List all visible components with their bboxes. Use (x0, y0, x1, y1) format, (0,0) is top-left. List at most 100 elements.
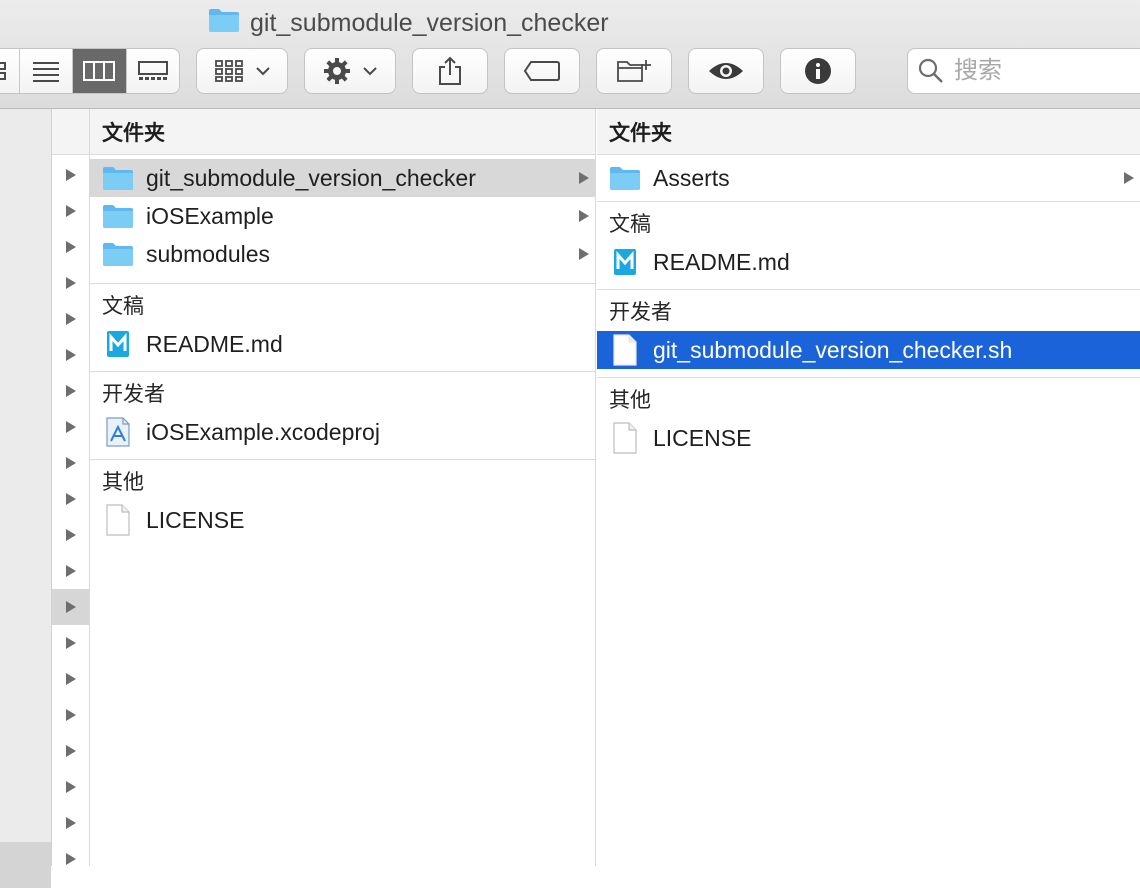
parent-row[interactable] (52, 301, 89, 337)
group-by-button[interactable] (196, 48, 288, 94)
list-item[interactable]: Asserts (597, 159, 1140, 197)
list-item[interactable]: LICENSE (90, 501, 595, 539)
shell-script-icon (609, 334, 641, 366)
list-item-label: iOSExample (146, 202, 274, 229)
list-item[interactable]: README.md (90, 325, 595, 363)
column-view-button[interactable] (72, 49, 126, 93)
markdown-icon (609, 248, 641, 276)
parent-row[interactable] (52, 445, 89, 481)
disclosure-arrow-icon (579, 172, 589, 184)
disclosure-arrow-icon (65, 637, 76, 649)
disclosure-arrow-icon (1124, 172, 1134, 184)
blank-document-icon (102, 504, 134, 536)
window-title: git_submodule_version_checker (208, 6, 609, 40)
parent-column-header (52, 109, 89, 155)
list-item-label: LICENSE (146, 506, 245, 533)
sidebar (0, 109, 52, 888)
parent-row[interactable] (52, 337, 89, 373)
list-item[interactable]: git_submodule_version_checker (90, 159, 595, 197)
parent-row[interactable] (52, 517, 89, 553)
disclosure-arrow-icon (65, 241, 76, 253)
disclosure-arrow-icon (65, 853, 76, 865)
view-mode-switcher[interactable] (0, 48, 180, 94)
search-input[interactable] (952, 56, 1136, 86)
parent-row[interactable] (52, 661, 89, 697)
group-grid-icon (215, 60, 243, 82)
gear-icon (324, 58, 350, 84)
get-info-button[interactable] (780, 48, 856, 94)
window-toolbar: git_submodule_version_checker (0, 0, 1140, 109)
list-item[interactable]: iOSExample (90, 197, 595, 235)
parent-row[interactable] (52, 769, 89, 805)
list-item-label: README.md (146, 330, 283, 357)
gallery-view-button[interactable] (125, 49, 179, 93)
parent-row[interactable] (52, 157, 89, 193)
parent-row[interactable] (52, 553, 89, 589)
disclosure-arrow-icon (579, 210, 589, 222)
sidebar-selected-item[interactable] (0, 842, 51, 888)
parent-row[interactable] (52, 229, 89, 265)
share-button[interactable] (412, 48, 488, 94)
list-item-label: LICENSE (653, 424, 752, 451)
parent-row[interactable] (52, 841, 89, 877)
column-view-icon (83, 61, 116, 81)
parent-row[interactable] (52, 409, 89, 445)
icon-view-icon (0, 62, 6, 80)
quick-look-button[interactable] (688, 48, 764, 94)
chevron-down-icon (363, 67, 377, 76)
list-item[interactable]: submodules (90, 235, 595, 273)
disclosure-arrow-icon (65, 313, 76, 325)
column-header: 文件夹 (597, 109, 1140, 155)
group-label: 开发者 (597, 289, 1140, 331)
info-icon (805, 58, 831, 84)
disclosure-arrow-icon (65, 205, 76, 217)
parent-row[interactable] (52, 265, 89, 301)
disclosure-arrow-icon (65, 385, 76, 397)
column-header: 文件夹 (90, 109, 595, 155)
list-item-label: iOSExample.xcodeproj (146, 418, 380, 445)
action-menu-button[interactable] (304, 48, 396, 94)
disclosure-arrow-icon (65, 457, 76, 469)
parent-row[interactable] (52, 481, 89, 517)
list-view-icon (32, 62, 59, 82)
list-item-label: submodules (146, 240, 271, 267)
list-item[interactable]: git_submodule_version_checker.sh (597, 331, 1140, 369)
group-label: 文稿 (597, 201, 1140, 243)
list-item[interactable]: LICENSE (597, 419, 1140, 457)
blank-document-icon (609, 422, 641, 454)
disclosure-arrow-icon (65, 709, 76, 721)
parent-row[interactable] (52, 733, 89, 769)
parent-row[interactable] (52, 193, 89, 229)
list-item[interactable]: README.md (597, 243, 1140, 281)
list-item[interactable]: iOSExample.xcodeproj (90, 413, 595, 451)
parent-row[interactable] (52, 697, 89, 733)
disclosure-arrow-icon (65, 277, 76, 289)
search-field[interactable] (907, 48, 1140, 94)
parent-row[interactable] (52, 373, 89, 409)
disclosure-arrow-icon (579, 248, 589, 260)
list-item-label: git_submodule_version_checker (146, 164, 476, 191)
folder-icon (208, 7, 240, 40)
disclosure-arrow-icon (65, 673, 76, 685)
icon-view-button[interactable] (0, 49, 19, 93)
parent-column (52, 109, 90, 866)
folder-icon (102, 240, 134, 268)
disclosure-arrow-icon (65, 601, 76, 613)
disclosure-arrow-icon (65, 817, 76, 829)
parent-row[interactable] (52, 625, 89, 661)
disclosure-arrow-icon (65, 349, 76, 361)
parent-row[interactable] (52, 589, 89, 625)
tags-button[interactable] (504, 48, 580, 94)
xcode-project-icon (102, 417, 134, 447)
list-item-label: git_submodule_version_checker.sh (653, 336, 1013, 363)
list-view-button[interactable] (18, 49, 72, 93)
new-folder-icon (617, 60, 651, 82)
disclosure-arrow-icon (65, 745, 76, 757)
group-label: 开发者 (90, 371, 595, 413)
tag-icon (523, 61, 560, 81)
parent-row[interactable] (52, 805, 89, 841)
disclosure-arrow-icon (65, 421, 76, 433)
new-folder-button[interactable] (596, 48, 672, 94)
column-contents: 文件夹 Asserts 文稿 README.md 开发者 git_submodu… (597, 109, 1140, 866)
group-label: 其他 (90, 459, 595, 501)
